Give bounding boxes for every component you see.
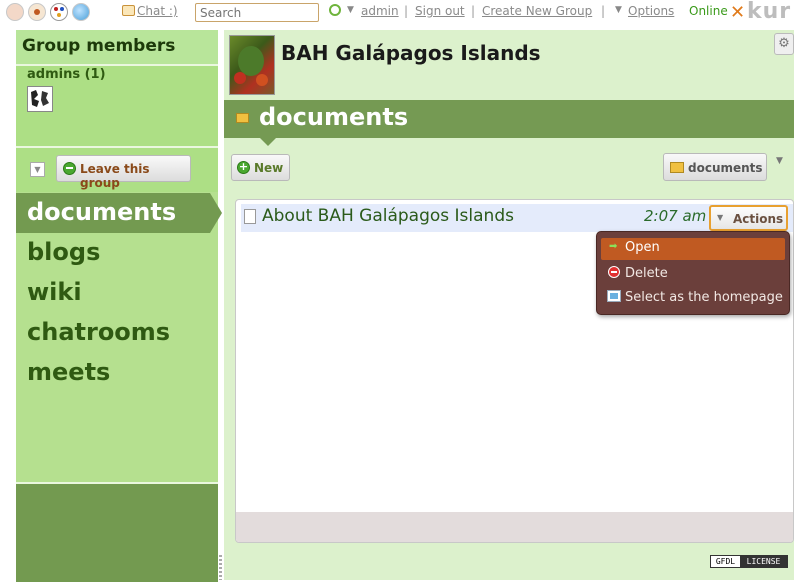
search-input[interactable] bbox=[195, 3, 319, 22]
members-header: Group members bbox=[16, 30, 218, 66]
panel-footer bbox=[236, 512, 793, 542]
menu-item-label: Select as the homepage bbox=[625, 290, 783, 305]
main-panel: BAH Galápagos Islands ⚙ documents + New … bbox=[224, 30, 794, 580]
mail-icon[interactable] bbox=[28, 3, 46, 21]
document-time: 2:07 am bbox=[644, 207, 707, 225]
leave-group-label: Leave this group bbox=[80, 162, 150, 190]
nav-item-meets[interactable]: meets bbox=[27, 358, 110, 386]
license-right: LICENSE bbox=[740, 556, 787, 567]
admins-label: admins (1) bbox=[27, 67, 106, 82]
delete-icon bbox=[608, 266, 620, 278]
folder-dropdown-icon[interactable]: ▼ bbox=[776, 156, 783, 166]
document-icon bbox=[244, 209, 256, 224]
left-column: Group members admins (1) ▼ Leave this gr… bbox=[16, 30, 222, 582]
leave-group-button[interactable]: Leave this group bbox=[56, 155, 191, 190]
chat-link[interactable]: Chat :) bbox=[137, 4, 178, 18]
section-bar: documents bbox=[224, 100, 794, 138]
menu-item-homepage[interactable]: Select as the homepage bbox=[601, 287, 785, 309]
new-label: New bbox=[254, 161, 284, 175]
avatar[interactable] bbox=[27, 86, 53, 112]
chevron-down-icon: ▼ bbox=[717, 213, 724, 222]
group-title: BAH Galápagos Islands bbox=[281, 41, 541, 65]
resize-handle[interactable] bbox=[219, 555, 222, 580]
logo: ✕ kur bbox=[730, 0, 792, 24]
options-link[interactable]: Options bbox=[628, 4, 674, 18]
separator: | bbox=[471, 4, 476, 18]
folder-label: documents bbox=[688, 161, 763, 175]
arrow-right-icon: ➡ bbox=[609, 241, 618, 252]
signout-link[interactable]: Sign out bbox=[415, 4, 465, 18]
chat-icon bbox=[122, 5, 135, 16]
gear-icon[interactable]: ⚙ bbox=[774, 33, 794, 55]
nav-item-wiki[interactable]: wiki bbox=[27, 278, 82, 306]
members-box: admins (1) bbox=[16, 66, 218, 148]
separator: | bbox=[601, 4, 606, 18]
leave-dropdown-icon[interactable]: ▼ bbox=[30, 162, 45, 177]
group-image bbox=[229, 35, 275, 95]
homepage-icon bbox=[607, 290, 621, 302]
nav-item-blogs[interactable]: blogs bbox=[27, 238, 100, 266]
nav-item-documents[interactable]: documents bbox=[27, 198, 176, 226]
actions-button[interactable]: ▼ Actions bbox=[709, 205, 788, 231]
online-status: Online bbox=[689, 4, 728, 18]
plus-icon: + bbox=[237, 160, 250, 174]
menu-item-label: Open bbox=[625, 240, 660, 255]
separator: | bbox=[404, 4, 409, 18]
leave-box: ▼ Leave this group bbox=[16, 148, 218, 192]
folder-button[interactable]: documents bbox=[663, 153, 767, 181]
new-button[interactable]: + New bbox=[231, 154, 290, 181]
menu-item-open[interactable]: ➡ Open bbox=[601, 238, 785, 260]
members-heading: Group members bbox=[22, 36, 176, 56]
actions-menu: ➡ Open Delete Select as the homepage bbox=[596, 231, 790, 315]
people-icon[interactable] bbox=[50, 3, 68, 21]
folder-icon bbox=[670, 162, 684, 173]
menu-item-delete[interactable]: Delete bbox=[601, 263, 785, 285]
folder-icon bbox=[236, 113, 249, 123]
globe-icon[interactable] bbox=[72, 3, 90, 21]
license-left: GFDL bbox=[711, 556, 740, 567]
create-group-link[interactable]: Create New Group bbox=[482, 4, 592, 18]
actions-label: Actions bbox=[733, 212, 784, 226]
home-icon[interactable] bbox=[6, 3, 24, 21]
document-title[interactable]: About BAH Galápagos Islands bbox=[262, 206, 514, 226]
document-row[interactable]: About BAH Galápagos Islands 2:07 am ▼ Ac… bbox=[241, 204, 793, 232]
nav-item-chatrooms[interactable]: chatrooms bbox=[27, 318, 170, 346]
chevron-down-icon[interactable]: ▼ bbox=[347, 5, 354, 15]
options-chevron-icon[interactable]: ▼ bbox=[615, 5, 622, 15]
leave-icon bbox=[63, 162, 76, 175]
license-badge[interactable]: GFDL LICENSE bbox=[710, 555, 788, 568]
top-bar: Chat :) ▼ admin | Sign out | Create New … bbox=[0, 0, 794, 26]
user-link[interactable]: admin bbox=[361, 4, 399, 18]
sidebar-footer bbox=[16, 482, 218, 582]
nav-active-arrow bbox=[210, 193, 222, 233]
section-pointer bbox=[260, 138, 276, 146]
menu-item-label: Delete bbox=[625, 266, 668, 281]
section-title: documents bbox=[259, 103, 409, 131]
status-icon[interactable] bbox=[329, 4, 341, 16]
